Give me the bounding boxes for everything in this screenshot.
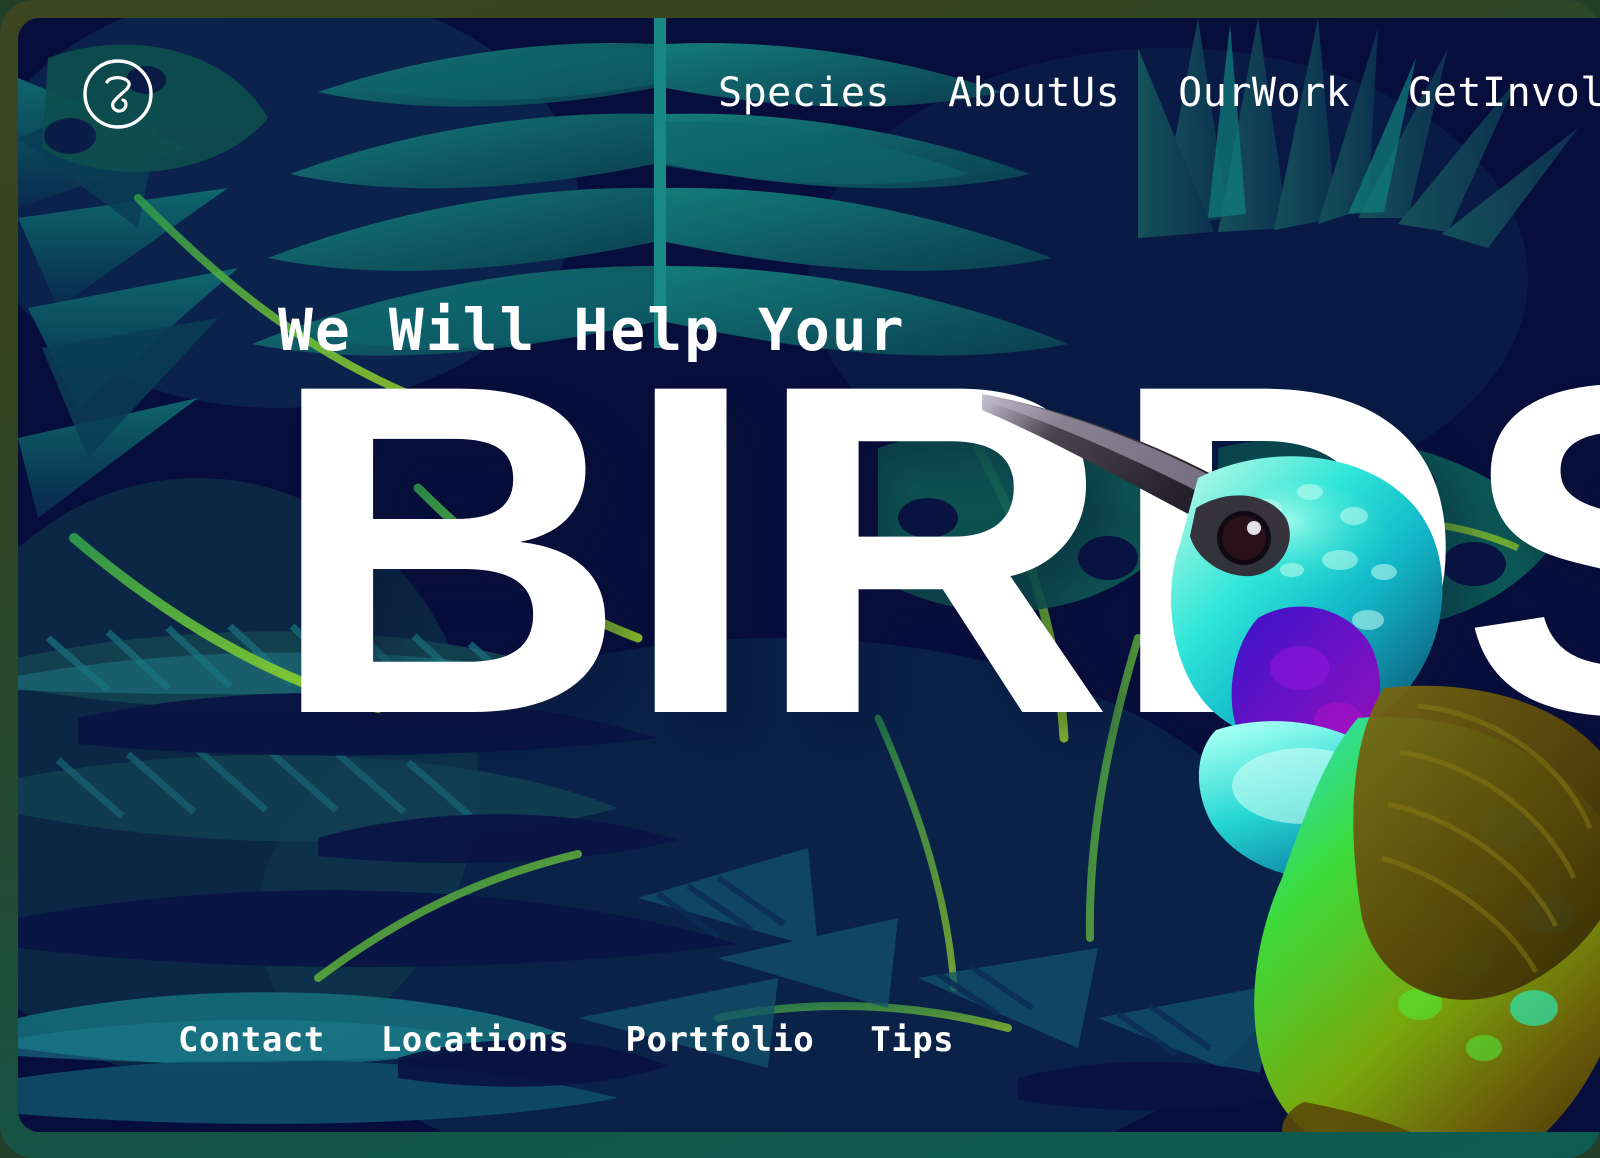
footer-item-tips[interactable]: Tips — [870, 1020, 954, 1060]
hero-headline: BIRDS — [268, 287, 1600, 812]
nav-item-getinvolved[interactable]: GetInvolved — [1408, 70, 1600, 116]
footer-navigation[interactable]: Contact Locations Portfolio Tips — [178, 1020, 954, 1060]
nav-item-species[interactable]: Species — [718, 70, 890, 116]
nav-item-ourwork[interactable]: OurWork — [1178, 70, 1350, 116]
footer-item-locations[interactable]: Locations — [381, 1020, 570, 1060]
footer-item-contact[interactable]: Contact — [178, 1020, 325, 1060]
site-header: Species AboutUs OurWork GetInvolved — [18, 18, 1600, 168]
footer-item-portfolio[interactable]: Portfolio — [626, 1020, 815, 1060]
site-viewport: Species AboutUs OurWork GetInvolved We W… — [18, 18, 1600, 1132]
nav-item-aboutus[interactable]: AboutUs — [948, 70, 1120, 116]
circled-z-monogram-icon — [83, 59, 153, 129]
primary-navigation[interactable]: Species AboutUs OurWork GetInvolved — [718, 70, 1600, 116]
brand-logo[interactable] — [80, 56, 156, 132]
page-frame: Species AboutUs OurWork GetInvolved We W… — [0, 0, 1600, 1158]
